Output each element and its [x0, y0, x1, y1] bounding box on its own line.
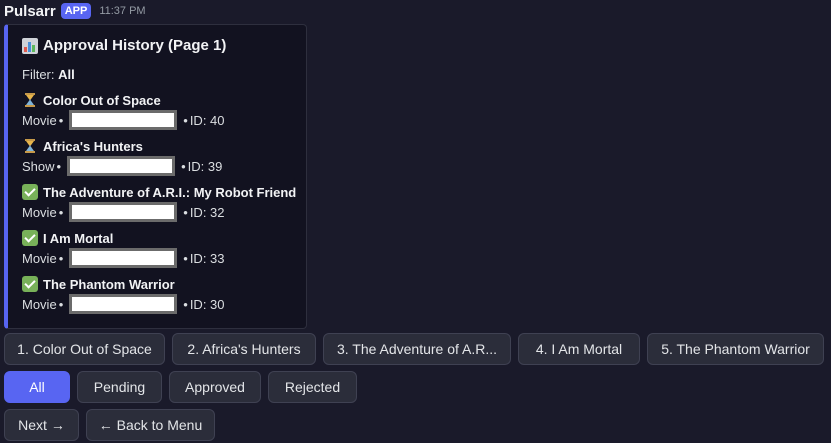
entry-id: ID: 33 — [189, 250, 225, 266]
hourglass-icon — [22, 138, 38, 154]
separator: • — [58, 204, 64, 220]
separator: • — [58, 112, 64, 128]
embed-title-text: Approval History (Page 1) — [43, 37, 227, 54]
bar-chart-icon — [22, 37, 38, 54]
filter-all-button[interactable]: All — [4, 371, 70, 403]
redacted-block — [69, 248, 178, 268]
redacted-block — [69, 202, 178, 222]
separator: • — [183, 250, 188, 266]
entry-type: Show — [22, 158, 55, 174]
check-icon — [22, 230, 38, 246]
entry-id: ID: 40 — [189, 112, 225, 128]
entry-title: Africa's Hunters — [43, 138, 143, 154]
history-entry: The Adventure of A.R.I.: My Robot Friend… — [22, 183, 296, 222]
history-entry: Africa's Hunters Show • • ID: 39 — [22, 137, 222, 176]
separator: • — [183, 296, 188, 312]
next-button[interactable]: Next → — [4, 409, 79, 441]
separator: • — [58, 296, 64, 312]
entry-title: Color Out of Space — [43, 92, 161, 108]
entry-id: ID: 30 — [189, 296, 225, 312]
entry-title: The Phantom Warrior — [43, 276, 175, 292]
embed-title: Approval History (Page 1) — [22, 37, 226, 54]
separator: • — [183, 112, 188, 128]
entry-title: The Adventure of A.R.I.: My Robot Friend — [43, 184, 297, 200]
separator: • — [183, 204, 188, 220]
item-button-1[interactable]: 1. Color Out of Space — [4, 333, 165, 365]
item-button-5[interactable]: 5. The Phantom Warrior — [647, 333, 824, 365]
check-icon — [22, 276, 38, 292]
redacted-block — [69, 110, 178, 130]
history-entry: Color Out of Space Movie • • ID: 40 — [22, 91, 225, 130]
entry-type: Movie — [22, 250, 57, 266]
filter-value: All — [58, 67, 75, 82]
entry-title: I Am Mortal — [43, 230, 114, 246]
redacted-block — [67, 156, 176, 176]
item-button-3[interactable]: 3. The Adventure of A.R... — [323, 333, 511, 365]
separator: • — [181, 158, 186, 174]
history-entry: I Am Mortal Movie • • ID: 33 — [22, 229, 225, 268]
filter-pending-button[interactable]: Pending — [77, 371, 162, 403]
message-header: Pulsarr APP 11:37 PM — [4, 1, 146, 21]
entry-id: ID: 32 — [189, 204, 225, 220]
redacted-block — [69, 294, 178, 314]
history-entry: The Phantom Warrior Movie • • ID: 30 — [22, 275, 225, 314]
filter-rejected-button[interactable]: Rejected — [268, 371, 357, 403]
separator: • — [58, 250, 64, 266]
entry-type: Movie — [22, 204, 57, 220]
filter-line: Filter: All — [22, 67, 75, 82]
separator: • — [56, 158, 62, 174]
bot-name[interactable]: Pulsarr — [4, 3, 56, 20]
entry-id: ID: 39 — [187, 158, 223, 174]
hourglass-icon — [22, 92, 38, 108]
filter-label: Filter: — [22, 67, 59, 82]
app-badge: APP — [60, 3, 92, 19]
entry-type: Movie — [22, 112, 57, 128]
entry-type: Movie — [22, 296, 57, 312]
approval-history-embed: Approval History (Page 1) Filter: All Co… — [4, 24, 307, 329]
back-to-menu-button[interactable]: ← Back to Menu — [86, 409, 215, 441]
item-button-4[interactable]: 4. I Am Mortal — [518, 333, 640, 365]
item-button-2[interactable]: 2. Africa's Hunters — [172, 333, 316, 365]
check-icon — [22, 184, 38, 200]
timestamp: 11:37 PM — [99, 5, 146, 17]
filter-approved-button[interactable]: Approved — [169, 371, 261, 403]
